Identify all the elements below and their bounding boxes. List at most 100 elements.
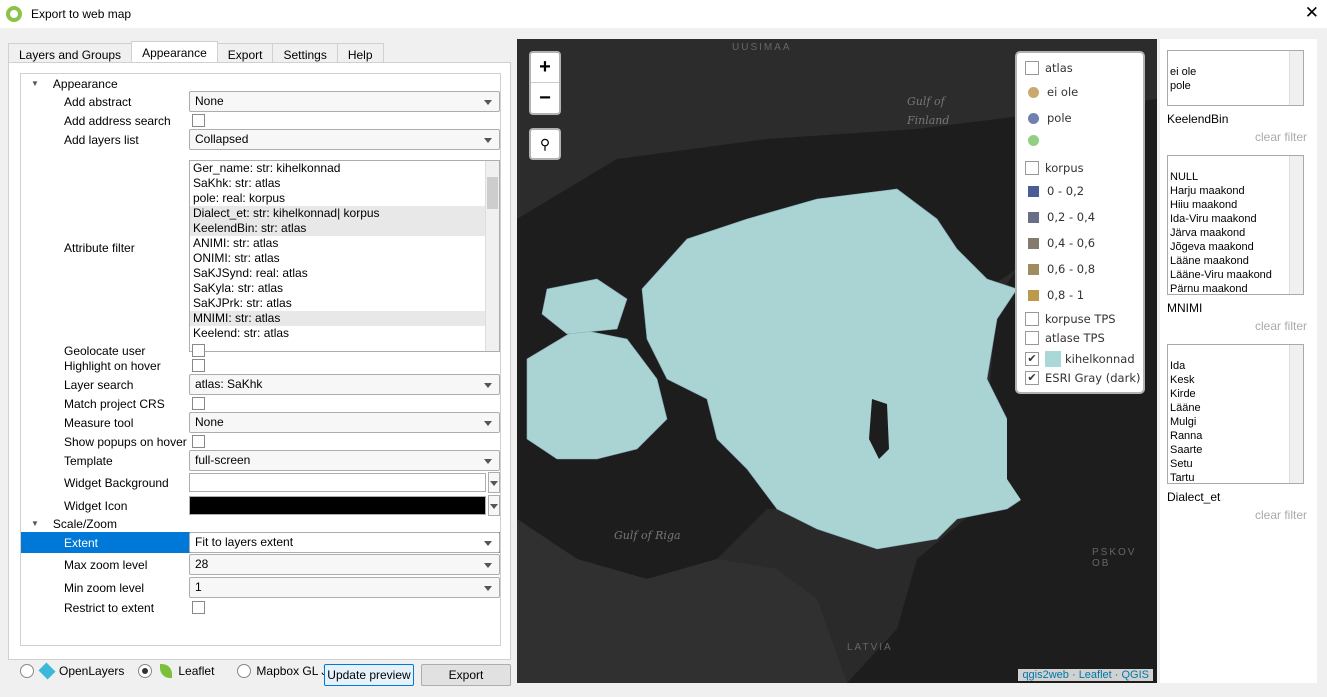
- collapse-arrow-icon[interactable]: ▼: [31, 79, 39, 88]
- openlayers-radio[interactable]: [20, 664, 34, 678]
- close-icon[interactable]: ✕: [1305, 3, 1319, 23]
- group-scale-zoom[interactable]: ▼ Scale/Zoom: [21, 514, 500, 533]
- filter-option[interactable]: ei ole: [1168, 65, 1303, 79]
- filter-option[interactable]: [1168, 156, 1303, 170]
- widget-icon-dropdown[interactable]: [488, 495, 500, 516]
- filter-list-mnimi[interactable]: NULL Harju maakond Hiiu maakond Ida-Viru ma…: [1167, 155, 1304, 295]
- scrollbar[interactable]: [1289, 156, 1303, 294]
- clear-filter-link[interactable]: clear filter: [1255, 508, 1307, 522]
- checked-checkbox[interactable]: ✔: [1025, 371, 1039, 385]
- legend-item: [1025, 135, 1047, 146]
- unchecked-checkbox[interactable]: [1025, 61, 1039, 75]
- leaflet-radio[interactable]: [138, 664, 153, 678]
- unchecked-checkbox[interactable]: [1025, 331, 1039, 345]
- filter-option[interactable]: [1168, 51, 1303, 65]
- clear-filter-link[interactable]: clear filter: [1255, 130, 1307, 144]
- filter-option[interactable]: NULL: [1168, 170, 1303, 184]
- filter-option[interactable]: Lääne: [1168, 401, 1303, 415]
- filter-option[interactable]: Lääne-Viru maakond: [1168, 268, 1303, 282]
- mapbox-radio[interactable]: [237, 664, 252, 678]
- attribute-filter-item[interactable]: Ger_name: str: kihelkonnad: [190, 161, 499, 176]
- scrollbar[interactable]: [1289, 345, 1303, 483]
- filter-field-name: KeelendBin: [1167, 112, 1229, 126]
- filter-option[interactable]: pole: [1168, 79, 1303, 93]
- filter-list-keelendbin[interactable]: ei ole pole: [1167, 50, 1304, 106]
- filter-option[interactable]: [1168, 345, 1303, 359]
- attribute-filter-item[interactable]: ANIMI: str: atlas: [190, 236, 499, 251]
- zoom-in-button[interactable]: +: [531, 53, 559, 83]
- attribute-filter-item[interactable]: Keelend: str: atlas: [190, 326, 499, 341]
- checked-checkbox[interactable]: ✔: [1025, 352, 1039, 366]
- zoom-out-button[interactable]: −: [531, 83, 559, 113]
- collapse-arrow-icon[interactable]: ▼: [31, 519, 39, 528]
- legend-item[interactable]: atlas: [1025, 61, 1073, 75]
- add-abstract-select[interactable]: None: [189, 91, 500, 112]
- filter-option[interactable]: Kesk: [1168, 373, 1303, 387]
- attribute-filter-item[interactable]: SaKhk: str: atlas: [190, 176, 499, 191]
- tab-help[interactable]: Help: [336, 43, 384, 64]
- tab-layers-and-groups[interactable]: Layers and Groups: [8, 43, 133, 64]
- widget-background-color[interactable]: [189, 473, 486, 492]
- tab-settings[interactable]: Settings: [272, 43, 338, 64]
- show-popups-checkbox[interactable]: [192, 435, 205, 448]
- filter-option[interactable]: Jõgeva maakond: [1168, 240, 1303, 254]
- legend-item[interactable]: ✔ ESRI Gray (dark): [1025, 371, 1140, 385]
- legend-item[interactable]: korpus: [1025, 161, 1084, 175]
- widget-background-dropdown[interactable]: [488, 472, 500, 493]
- filter-option[interactable]: Järva maakond: [1168, 226, 1303, 240]
- attribute-filter-item[interactable]: SaKyla: str: atlas: [190, 281, 499, 296]
- tab-export[interactable]: Export: [216, 43, 274, 64]
- filter-option[interactable]: Setu: [1168, 457, 1303, 471]
- filter-option[interactable]: Kirde: [1168, 387, 1303, 401]
- legend-item[interactable]: ✔ kihelkonnad: [1025, 351, 1135, 367]
- settings-tree: ▼ Appearance Add abstract None Add address…: [20, 73, 501, 646]
- filter-list-dialect_et[interactable]: Ida Kesk Kirde Lääne Mulgi Ranna Saarte Setu Tar…: [1167, 344, 1304, 484]
- attribute-filter-item[interactable]: SaKJSynd: real: atlas: [190, 266, 499, 281]
- scrollbar[interactable]: [485, 161, 499, 351]
- scrollbar[interactable]: [1289, 51, 1303, 105]
- widget-icon-color[interactable]: [189, 496, 486, 515]
- extent-select[interactable]: Fit to layers extent: [189, 532, 500, 553]
- map-preview[interactable]: UUSIMAA Gulf of Finland Gulf of Riga LAT…: [517, 39, 1157, 683]
- restrict-extent-checkbox[interactable]: [192, 601, 205, 614]
- legend-item[interactable]: atlase TPS: [1025, 331, 1105, 345]
- attribute-filter-item[interactable]: SaKJPrk: str: atlas: [190, 296, 499, 311]
- filter-option[interactable]: Ida-Viru maakond: [1168, 212, 1303, 226]
- max-zoom-select[interactable]: 28: [189, 554, 500, 575]
- unchecked-checkbox[interactable]: [1025, 161, 1039, 175]
- min-zoom-select[interactable]: 1: [189, 577, 500, 598]
- add-layers-list-select[interactable]: Collapsed: [189, 129, 500, 150]
- filter-option[interactable]: Mulgi: [1168, 415, 1303, 429]
- layer-search-select[interactable]: atlas: SaKhk: [189, 374, 500, 395]
- attribute-filter-list[interactable]: Ger_name: str: kihelkonnad SaKhk: str: at…: [189, 160, 500, 352]
- unchecked-checkbox[interactable]: [1025, 312, 1039, 326]
- symbol-square: [1028, 263, 1039, 275]
- filter-option[interactable]: Harju maakond: [1168, 184, 1303, 198]
- tab-appearance[interactable]: Appearance: [131, 41, 218, 64]
- attribute-filter-item[interactable]: Dialect_et: str: kihelkonnad| korpus: [190, 206, 499, 221]
- filter-option[interactable]: Ranna: [1168, 429, 1303, 443]
- match-project-crs-checkbox[interactable]: [192, 397, 205, 410]
- filter-option[interactable]: Pärnu maakond: [1168, 282, 1303, 294]
- attribute-filter-item[interactable]: ONIMI: str: atlas: [190, 251, 499, 266]
- search-binoculars-icon[interactable]: ⚲: [529, 128, 561, 160]
- extent-row[interactable]: Extent Fit to layers extent: [21, 532, 500, 553]
- map-attribution[interactable]: qgis2web · Leaflet · QGIS: [1018, 669, 1153, 681]
- clear-filter-link[interactable]: clear filter: [1255, 319, 1307, 333]
- filter-option[interactable]: Tartu: [1168, 471, 1303, 483]
- export-button[interactable]: Export: [421, 664, 511, 686]
- attribute-filter-item[interactable]: pole: real: korpus: [190, 191, 499, 206]
- attribute-filter-item[interactable]: KeelendBin: str: atlas: [190, 221, 499, 236]
- template-select[interactable]: full-screen: [189, 450, 500, 471]
- filter-option[interactable]: Saarte: [1168, 443, 1303, 457]
- layers-legend: atlas ei ole pole korpus 0 - 0,2 0,2 - 0,4 0,4…: [1015, 51, 1145, 394]
- measure-tool-select[interactable]: None: [189, 412, 500, 433]
- highlight-on-hover-checkbox[interactable]: [192, 359, 205, 372]
- legend-item[interactable]: korpuse TPS: [1025, 312, 1116, 326]
- attribute-filter-item[interactable]: MNIMI: str: atlas: [190, 311, 499, 326]
- filter-option[interactable]: Lääne maakond: [1168, 254, 1303, 268]
- filter-option[interactable]: Ida: [1168, 359, 1303, 373]
- filter-option[interactable]: Hiiu maakond: [1168, 198, 1303, 212]
- update-preview-button[interactable]: Update preview: [324, 664, 414, 686]
- add-address-search-checkbox[interactable]: [192, 114, 205, 127]
